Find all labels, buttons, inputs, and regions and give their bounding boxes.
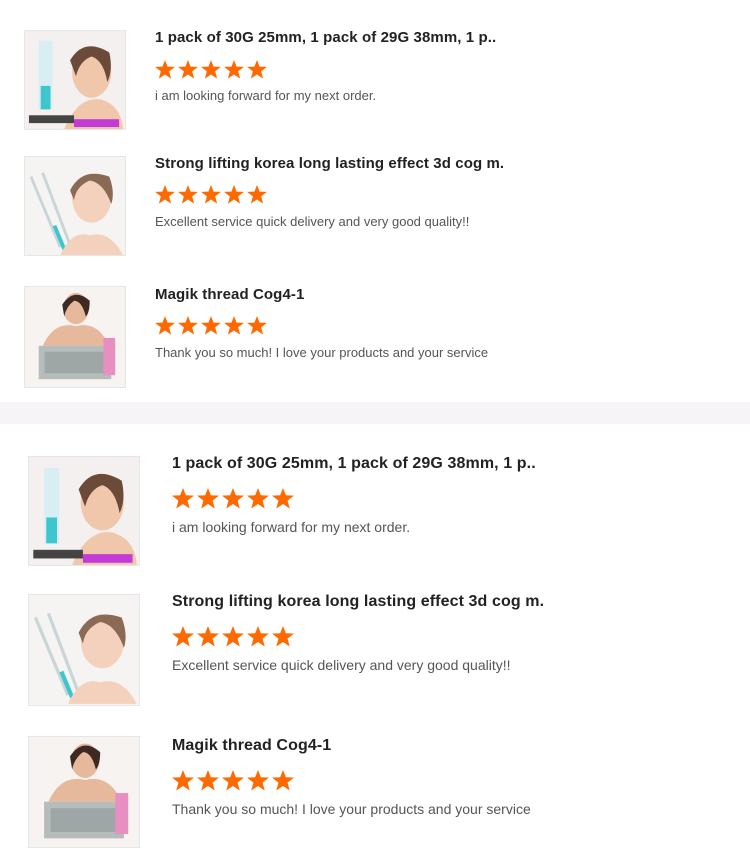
star-icon xyxy=(247,316,267,335)
star-icon xyxy=(222,626,244,647)
star-icon xyxy=(197,626,219,647)
star-icon xyxy=(172,626,194,647)
star-icon xyxy=(247,770,269,791)
star-icon xyxy=(247,185,267,204)
review-product-title[interactable]: 1 pack of 30G 25mm, 1 pack of 29G 38mm, … xyxy=(172,455,536,473)
product-image-illustration xyxy=(25,287,125,387)
product-photo-threads-woman[interactable] xyxy=(24,156,126,256)
product-photo-woman-box[interactable] xyxy=(24,286,126,388)
star-rating xyxy=(172,770,294,791)
star-icon xyxy=(197,488,219,509)
star-rating xyxy=(155,60,267,79)
product-image-illustration xyxy=(29,737,139,847)
review-product-title[interactable]: Strong lifting korea long lasting effect… xyxy=(155,155,504,172)
product-photo-woman-face[interactable] xyxy=(24,30,126,130)
star-rating xyxy=(172,488,294,509)
star-icon xyxy=(155,60,175,79)
star-icon xyxy=(197,770,219,791)
star-icon xyxy=(247,488,269,509)
review-comment: Excellent service quick delivery and ver… xyxy=(155,214,470,229)
star-icon xyxy=(247,626,269,647)
star-rating xyxy=(155,185,267,204)
star-icon xyxy=(172,488,194,509)
review-comment: Thank you so much! I love your products … xyxy=(155,345,489,360)
star-icon xyxy=(178,316,198,335)
section-divider xyxy=(0,402,750,424)
star-icon xyxy=(201,60,221,79)
star-icon xyxy=(272,488,294,509)
star-rating xyxy=(155,316,267,335)
star-icon xyxy=(222,770,244,791)
product-photo-threads-woman[interactable] xyxy=(28,594,140,706)
product-image-illustration xyxy=(25,157,125,255)
star-icon xyxy=(272,770,294,791)
review-product-title[interactable]: Magik thread Cog4-1 xyxy=(172,737,331,755)
star-icon xyxy=(201,316,221,335)
star-icon xyxy=(178,185,198,204)
star-rating xyxy=(172,626,294,647)
star-icon xyxy=(272,626,294,647)
star-icon xyxy=(224,185,244,204)
review-section-2: 1 pack of 30G 25mm, 1 pack of 29G 38mm, … xyxy=(0,424,750,868)
star-icon xyxy=(155,316,175,335)
star-icon xyxy=(224,316,244,335)
review-product-title[interactable]: Magik thread Cog4-1 xyxy=(155,286,304,303)
product-photo-woman-box[interactable] xyxy=(28,736,140,848)
star-icon xyxy=(201,185,221,204)
product-image-illustration xyxy=(29,457,139,565)
star-icon xyxy=(172,770,194,791)
review-comment: Excellent service quick delivery and ver… xyxy=(172,657,511,673)
star-icon xyxy=(155,185,175,204)
review-product-title[interactable]: Strong lifting korea long lasting effect… xyxy=(172,593,544,611)
product-photo-woman-face[interactable] xyxy=(28,456,140,566)
review-product-title[interactable]: 1 pack of 30G 25mm, 1 pack of 29G 38mm, … xyxy=(155,29,496,46)
review-comment: i am looking forward for my next order. xyxy=(172,519,411,535)
product-image-illustration xyxy=(25,31,125,129)
review-section-1: 1 pack of 30G 25mm, 1 pack of 29G 38mm, … xyxy=(0,0,750,402)
star-icon xyxy=(247,60,267,79)
star-icon xyxy=(222,488,244,509)
review-comment: Thank you so much! I love your products … xyxy=(172,801,531,817)
review-comment: i am looking forward for my next order. xyxy=(155,88,377,103)
star-icon xyxy=(224,60,244,79)
product-image-illustration xyxy=(29,596,139,704)
star-icon xyxy=(178,60,198,79)
